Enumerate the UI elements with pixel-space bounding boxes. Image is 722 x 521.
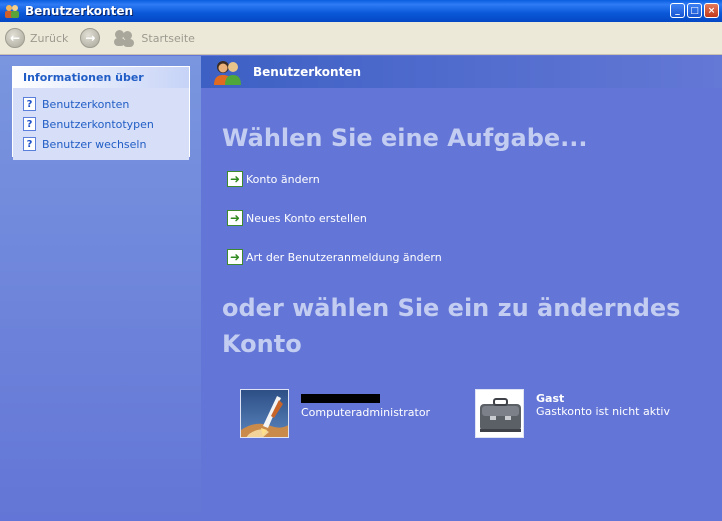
- close-button[interactable]: ×: [704, 3, 719, 18]
- info-item-benutzerkonten[interactable]: ? Benutzerkonten: [23, 94, 179, 114]
- maximize-button[interactable]: □: [687, 3, 702, 18]
- title-bar: Benutzerkonten _ □ ×: [0, 0, 722, 22]
- help-icon: ?: [23, 137, 36, 151]
- home-button[interactable]: Startseite: [114, 29, 195, 47]
- forward-arrow-icon: →: [80, 28, 101, 48]
- accounts-heading: oder wählen Sie ein zu änderndes Konto: [222, 294, 681, 358]
- back-label: Zurück: [30, 31, 69, 45]
- main-pane: Benutzerkonten Wählen Sie eine Aufgabe..…: [201, 56, 722, 521]
- task-label: Art der Benutzeranmeldung ändern: [246, 250, 442, 264]
- users-icon: [114, 29, 136, 47]
- green-arrow-icon: ➜: [227, 210, 243, 226]
- banner: Benutzerkonten: [201, 56, 722, 88]
- account-guest[interactable]: Gast Gastkonto ist nicht aktiv: [475, 389, 670, 438]
- info-box: Informationen über ? Benutzerkonten ? Be…: [12, 66, 190, 160]
- task-label: Neues Konto erstellen: [246, 211, 367, 225]
- user-accounts-icon: [4, 3, 20, 19]
- account-type: Gastkonto ist nicht aktiv: [536, 405, 670, 418]
- forward-button[interactable]: →: [80, 28, 101, 48]
- account-name: Gast: [536, 392, 565, 405]
- account-admin[interactable]: Computeradministrator: [240, 389, 430, 438]
- info-box-header: Informationen über: [13, 67, 189, 88]
- help-icon: ?: [23, 97, 36, 111]
- briefcase-icon: [475, 389, 524, 438]
- toolbar: ← Zurück → Startseite: [0, 22, 722, 55]
- minimize-button[interactable]: _: [670, 3, 685, 18]
- redacted-account-name: [301, 394, 380, 403]
- back-arrow-icon: ←: [5, 28, 25, 48]
- home-label: Startseite: [141, 31, 195, 45]
- info-item-benutzerkontotypen[interactable]: ? Benutzerkontotypen: [23, 114, 179, 134]
- info-item-label: Benutzer wechseln: [42, 137, 147, 151]
- help-icon: ?: [23, 117, 36, 131]
- task-label: Konto ändern: [246, 172, 320, 186]
- window-title: Benutzerkonten: [25, 4, 134, 18]
- task-konto-aendern[interactable]: ➜ Konto ändern: [227, 171, 320, 187]
- info-item-benutzer-wechseln[interactable]: ? Benutzer wechseln: [23, 134, 179, 154]
- user-accounts-icon: [213, 58, 243, 86]
- banner-title: Benutzerkonten: [253, 65, 362, 79]
- left-pane: Informationen über ? Benutzerkonten ? Be…: [0, 56, 201, 521]
- task-neues-konto[interactable]: ➜ Neues Konto erstellen: [227, 210, 367, 226]
- green-arrow-icon: ➜: [227, 249, 243, 265]
- back-button[interactable]: ← Zurück: [5, 28, 68, 48]
- info-item-label: Benutzerkontotypen: [42, 117, 154, 131]
- tasks-heading: Wählen Sie eine Aufgabe...: [222, 124, 588, 152]
- space-shuttle-icon: [240, 389, 289, 438]
- task-anmeldung-aendern[interactable]: ➜ Art der Benutzeranmeldung ändern: [227, 249, 442, 265]
- info-item-label: Benutzerkonten: [42, 97, 130, 111]
- green-arrow-icon: ➜: [227, 171, 243, 187]
- account-type: Computeradministrator: [301, 406, 431, 419]
